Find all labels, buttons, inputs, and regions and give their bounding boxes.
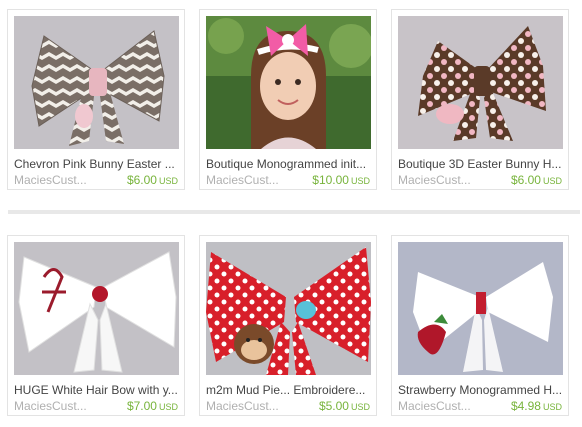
listing-card[interactable]: HUGE White Hair Bow with y... MaciesCust…	[7, 235, 185, 416]
listing-price: $4.98 USD	[511, 399, 562, 413]
listing-image[interactable]	[206, 242, 371, 375]
white-monogram-bow-image	[14, 242, 179, 375]
listing-title[interactable]: m2m Mud Pie... Embroidere...	[206, 383, 371, 397]
shop-name[interactable]: MaciesCust...	[14, 173, 104, 187]
listing-image[interactable]	[14, 242, 179, 375]
listing-image[interactable]	[398, 16, 563, 149]
listing-image[interactable]	[398, 242, 563, 375]
price-currency: USD	[542, 176, 562, 186]
listing-title[interactable]: HUGE White Hair Bow with y...	[14, 383, 179, 397]
price-currency: USD	[350, 176, 370, 186]
red-polka-dot-monkey-bow-image	[206, 242, 371, 375]
price-currency: USD	[350, 402, 370, 412]
listing-price: $5.00 USD	[319, 399, 370, 413]
shop-name[interactable]: MaciesCust...	[398, 399, 488, 413]
listing-price: $6.00 USD	[127, 173, 178, 187]
listing-price: $7.00 USD	[127, 399, 178, 413]
price-currency: USD	[158, 176, 178, 186]
listing-card[interactable]: Strawberry Monogrammed H... MaciesCust..…	[391, 235, 569, 416]
shop-name[interactable]: MaciesCust...	[206, 399, 296, 413]
price-currency: USD	[542, 402, 562, 412]
brown-polka-dot-bow-image	[398, 16, 563, 149]
listing-card[interactable]: Chevron Pink Bunny Easter ... MaciesCust…	[7, 9, 185, 190]
white-strawberry-bow-image	[398, 242, 563, 375]
shop-name[interactable]: MaciesCust...	[206, 173, 296, 187]
price-value: $7.00	[126, 399, 157, 413]
listing-card[interactable]: m2m Mud Pie... Embroidere... MaciesCust.…	[199, 235, 377, 416]
listing-image[interactable]	[14, 16, 179, 149]
listing-title[interactable]: Boutique 3D Easter Bunny H...	[398, 157, 563, 171]
listing-title[interactable]: Chevron Pink Bunny Easter ...	[14, 157, 179, 171]
listing-title[interactable]: Strawberry Monogrammed H...	[398, 383, 563, 397]
listing-image[interactable]	[206, 16, 371, 149]
section-divider	[8, 210, 580, 214]
listing-price: $6.00 USD	[511, 173, 562, 187]
listing-card[interactable]: Boutique 3D Easter Bunny H... MaciesCust…	[391, 9, 569, 190]
listing-price: $10.00 USD	[312, 173, 370, 187]
shop-name[interactable]: MaciesCust...	[398, 173, 488, 187]
shop-name[interactable]: MaciesCust...	[14, 399, 104, 413]
price-value: $6.00	[510, 173, 541, 187]
price-value: $6.00	[126, 173, 157, 187]
chevron-bow-image	[14, 16, 179, 149]
price-value: $5.00	[318, 399, 349, 413]
listing-card[interactable]: Boutique Monogrammed init... MaciesCust.…	[199, 9, 377, 190]
girl-with-pink-bow-image	[206, 16, 371, 149]
price-value: $4.98	[510, 399, 541, 413]
listing-title[interactable]: Boutique Monogrammed init...	[206, 157, 371, 171]
price-currency: USD	[158, 402, 178, 412]
price-value: $10.00	[312, 173, 349, 187]
